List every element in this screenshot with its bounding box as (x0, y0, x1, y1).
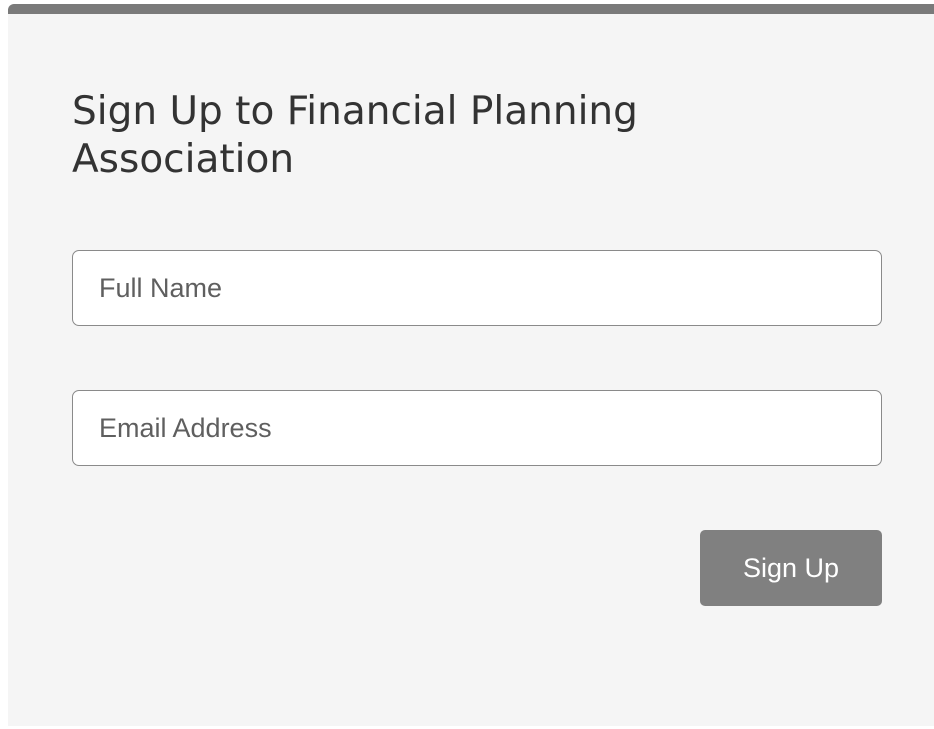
email-address-input[interactable] (72, 390, 882, 466)
full-name-input[interactable] (72, 250, 882, 326)
form-title: Sign Up to Financial Planning Associatio… (72, 89, 638, 182)
signup-card: Sign Up to Financial Planning Associatio… (8, 4, 934, 726)
sign-up-button[interactable]: Sign Up (700, 530, 882, 606)
